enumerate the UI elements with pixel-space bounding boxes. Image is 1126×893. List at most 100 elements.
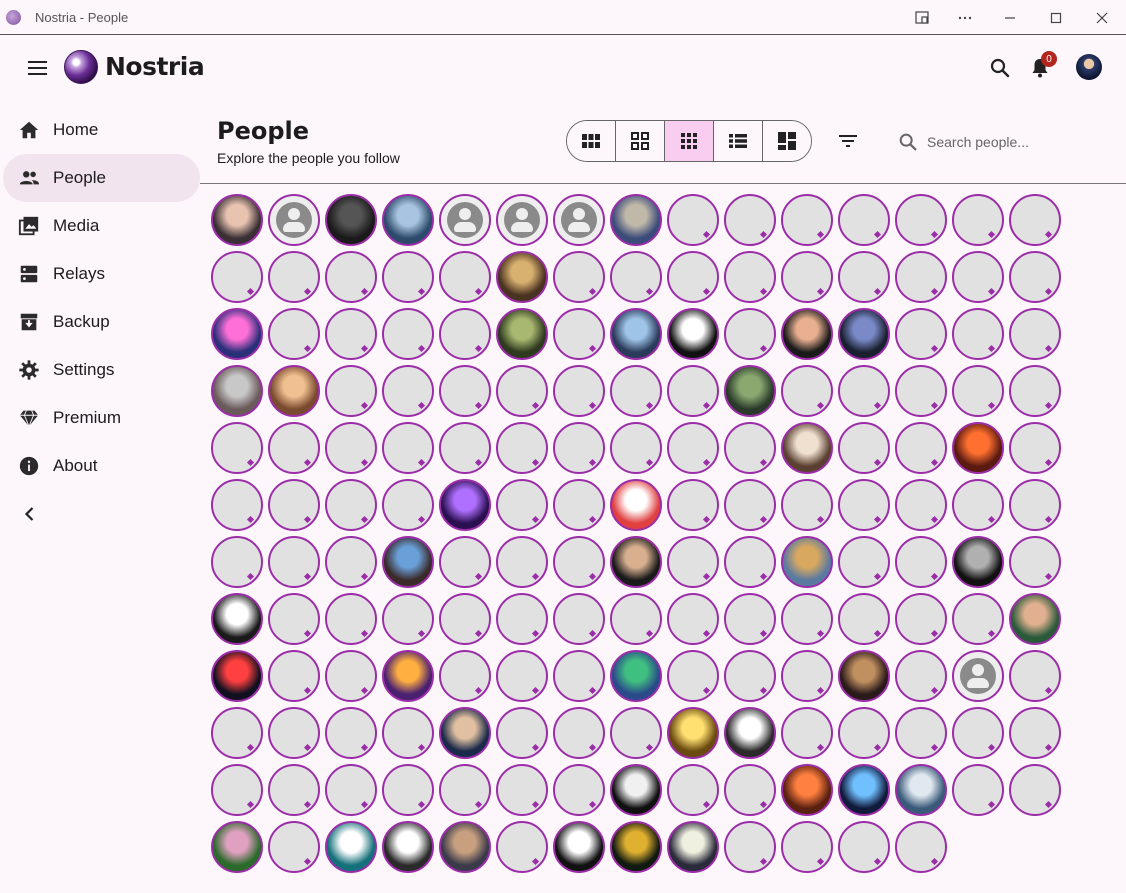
person-avatar[interactable] xyxy=(268,707,320,759)
person-avatar[interactable] xyxy=(268,536,320,588)
person-avatar[interactable] xyxy=(1009,707,1061,759)
person-avatar[interactable] xyxy=(781,650,833,702)
person-avatar[interactable] xyxy=(553,536,605,588)
person-avatar[interactable] xyxy=(439,308,491,360)
person-avatar[interactable] xyxy=(724,194,776,246)
person-avatar[interactable] xyxy=(667,593,719,645)
person-avatar[interactable] xyxy=(211,308,263,360)
person-avatar[interactable] xyxy=(724,707,776,759)
person-avatar[interactable] xyxy=(724,650,776,702)
minimize-icon[interactable] xyxy=(988,0,1032,35)
person-avatar[interactable] xyxy=(268,479,320,531)
person-avatar[interactable] xyxy=(724,308,776,360)
person-avatar[interactable] xyxy=(268,251,320,303)
person-avatar[interactable] xyxy=(952,365,1004,417)
close-icon[interactable] xyxy=(1080,0,1124,35)
person-avatar[interactable] xyxy=(781,365,833,417)
person-avatar[interactable] xyxy=(610,536,662,588)
person-avatar[interactable] xyxy=(895,194,947,246)
person-avatar[interactable] xyxy=(895,593,947,645)
person-avatar[interactable] xyxy=(439,536,491,588)
person-avatar[interactable] xyxy=(952,764,1004,816)
person-avatar[interactable] xyxy=(838,194,890,246)
person-avatar[interactable] xyxy=(838,422,890,474)
person-avatar[interactable] xyxy=(496,593,548,645)
person-avatar[interactable] xyxy=(952,593,1004,645)
person-avatar[interactable] xyxy=(781,536,833,588)
person-avatar[interactable] xyxy=(781,422,833,474)
person-avatar[interactable] xyxy=(895,251,947,303)
person-avatar[interactable] xyxy=(211,479,263,531)
person-avatar[interactable] xyxy=(781,764,833,816)
person-avatar[interactable] xyxy=(268,593,320,645)
person-avatar[interactable] xyxy=(382,194,434,246)
person-avatar[interactable] xyxy=(382,707,434,759)
person-avatar[interactable] xyxy=(382,764,434,816)
person-avatar[interactable] xyxy=(952,308,1004,360)
person-avatar[interactable] xyxy=(610,308,662,360)
person-avatar[interactable] xyxy=(439,707,491,759)
person-avatar[interactable] xyxy=(895,650,947,702)
person-avatar[interactable] xyxy=(496,251,548,303)
person-avatar[interactable] xyxy=(838,365,890,417)
sidebar-item-settings[interactable]: Settings xyxy=(0,346,200,394)
person-avatar[interactable] xyxy=(325,593,377,645)
person-avatar[interactable] xyxy=(325,764,377,816)
person-avatar[interactable] xyxy=(553,650,605,702)
person-avatar[interactable] xyxy=(496,308,548,360)
person-avatar[interactable] xyxy=(496,365,548,417)
person-avatar[interactable] xyxy=(496,479,548,531)
person-avatar[interactable] xyxy=(325,650,377,702)
sidebar-item-relays[interactable]: Relays xyxy=(0,250,200,298)
person-avatar[interactable] xyxy=(724,479,776,531)
person-avatar[interactable] xyxy=(1009,650,1061,702)
search-icon[interactable] xyxy=(988,56,1012,80)
person-avatar[interactable] xyxy=(838,479,890,531)
person-avatar[interactable] xyxy=(1009,194,1061,246)
person-avatar[interactable] xyxy=(952,536,1004,588)
person-avatar[interactable] xyxy=(610,707,662,759)
person-avatar[interactable] xyxy=(667,308,719,360)
person-avatar[interactable] xyxy=(553,422,605,474)
person-avatar[interactable] xyxy=(325,251,377,303)
person-avatar[interactable] xyxy=(382,479,434,531)
person-avatar[interactable] xyxy=(553,251,605,303)
person-avatar[interactable] xyxy=(1009,365,1061,417)
person-avatar[interactable] xyxy=(838,593,890,645)
person-avatar[interactable] xyxy=(838,650,890,702)
person-avatar[interactable] xyxy=(610,593,662,645)
person-avatar[interactable] xyxy=(439,764,491,816)
person-avatar[interactable] xyxy=(667,764,719,816)
person-avatar[interactable] xyxy=(553,821,605,873)
person-avatar[interactable] xyxy=(211,365,263,417)
person-avatar[interactable] xyxy=(838,707,890,759)
person-avatar[interactable] xyxy=(211,707,263,759)
person-avatar[interactable] xyxy=(667,194,719,246)
person-avatar[interactable] xyxy=(496,707,548,759)
person-avatar[interactable] xyxy=(325,194,377,246)
person-avatar[interactable] xyxy=(553,365,605,417)
person-avatar[interactable] xyxy=(781,308,833,360)
person-avatar[interactable] xyxy=(211,422,263,474)
person-avatar[interactable] xyxy=(781,194,833,246)
person-avatar[interactable] xyxy=(439,194,491,246)
person-avatar[interactable] xyxy=(724,764,776,816)
person-avatar[interactable] xyxy=(439,650,491,702)
small-grid-view-button[interactable] xyxy=(665,121,714,161)
person-avatar[interactable] xyxy=(724,536,776,588)
person-avatar[interactable] xyxy=(382,593,434,645)
profile-avatar[interactable] xyxy=(1076,54,1102,80)
person-avatar[interactable] xyxy=(211,194,263,246)
person-avatar[interactable] xyxy=(895,707,947,759)
cast-icon[interactable] xyxy=(900,0,944,35)
more-icon[interactable] xyxy=(943,0,987,35)
person-avatar[interactable] xyxy=(610,650,662,702)
person-avatar[interactable] xyxy=(667,707,719,759)
person-avatar[interactable] xyxy=(325,422,377,474)
person-avatar[interactable] xyxy=(724,422,776,474)
person-avatar[interactable] xyxy=(382,422,434,474)
sidebar-item-backup[interactable]: Backup xyxy=(0,298,200,346)
person-avatar[interactable] xyxy=(724,821,776,873)
person-avatar[interactable] xyxy=(838,251,890,303)
person-avatar[interactable] xyxy=(781,479,833,531)
